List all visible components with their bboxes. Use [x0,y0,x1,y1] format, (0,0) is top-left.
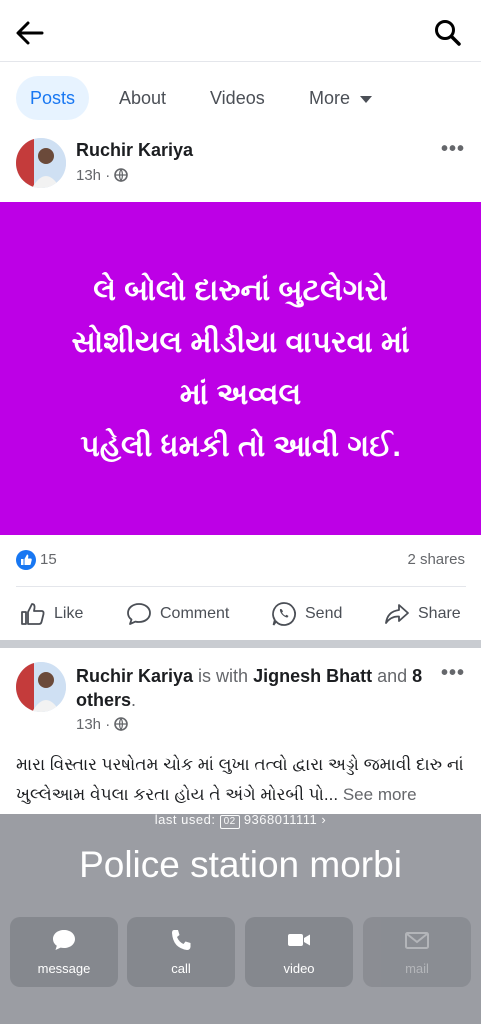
thumbs-up-icon [21,603,45,625]
comment-icon [127,603,151,625]
search-icon[interactable] [433,18,463,48]
banner-line: સોશીયલ મીડીયા વાપરવા માં [71,325,410,359]
like-button[interactable]: Like [20,600,83,628]
reactions-bar: 15 2 shares [0,538,481,586]
whatsapp-icon [272,602,296,626]
post-author-line: Ruchir Kariya is with Jignesh Bhatt and … [76,666,423,710]
post-time: 13h [76,167,102,184]
video-camera-icon [288,934,310,946]
sim-badge: 02 [219,815,240,829]
more-options-icon[interactable]: ••• [441,662,465,685]
mail-icon [405,932,429,949]
more-options-icon[interactable]: ••• [441,138,465,161]
contact-name: Police station morbi [79,844,402,885]
post-actions: Like Comment Send Share [0,590,481,638]
banner-line: લે બોલો દારુનાં બુટલેગરો [93,273,388,307]
share-count[interactable]: 2 shares [407,551,465,568]
post-author[interactable]: Ruchir Kariya [76,666,193,686]
last-used-line: last used: 02 9368011111 › [154,812,327,829]
share-button[interactable]: Share [384,600,461,628]
arrow-left-icon[interactable] [14,18,46,48]
message-button[interactable]: message [10,917,118,987]
post-body: મારા વિસ્તાર પરષોતમ ચોક માં લુખા તત્વો દ… [16,755,464,804]
mail-button[interactable]: mail [363,917,471,987]
feed-separator [0,640,481,648]
comment-button[interactable]: Comment [126,600,229,628]
tab-posts[interactable]: Posts [16,76,90,120]
tab-more[interactable]: More [295,76,386,120]
like-reaction-icon[interactable] [16,550,36,570]
top-bar [0,0,481,62]
video-call-button[interactable]: video [245,917,353,987]
profile-tabs: Posts About Videos More [0,62,481,136]
reaction-count[interactable]: 15 [40,551,57,568]
tagged-user[interactable]: Jignesh Bhatt [253,666,372,686]
globe-icon [114,717,129,732]
post-time: 13h [76,716,102,733]
banner-line: પહેલી ધમકી તો આવી ગઈ. [80,429,401,463]
contact-sheet: last used: 02 9368011111 › Police statio… [0,812,481,1024]
post-text-banner: લે બોલો દારુનાં બુટલેગરો સોશીયલ મીડીયા વ… [0,202,481,535]
share-arrow-icon [385,604,409,624]
post-header: Ruchir Kariya 13h · ••• [0,136,481,202]
tab-about[interactable]: About [105,76,180,120]
divider [16,586,466,587]
see-more-link[interactable]: See more [343,785,417,804]
send-button[interactable]: Send [271,600,342,628]
tab-videos[interactable]: Videos [196,76,279,120]
post-meta: 13h · [76,716,129,733]
phone-icon [172,930,191,950]
chat-bubble-icon [53,930,75,950]
post-header: Ruchir Kariya is with Jignesh Bhatt and … [0,660,481,740]
avatar[interactable] [16,662,66,712]
call-button[interactable]: call [127,917,235,987]
globe-icon [114,168,129,183]
caret-down-icon [360,95,373,103]
post-author[interactable]: Ruchir Kariya [76,140,193,161]
banner-line: માં અવ્વલ [179,377,302,411]
avatar[interactable] [16,138,66,188]
post-meta: 13h · [76,167,129,184]
